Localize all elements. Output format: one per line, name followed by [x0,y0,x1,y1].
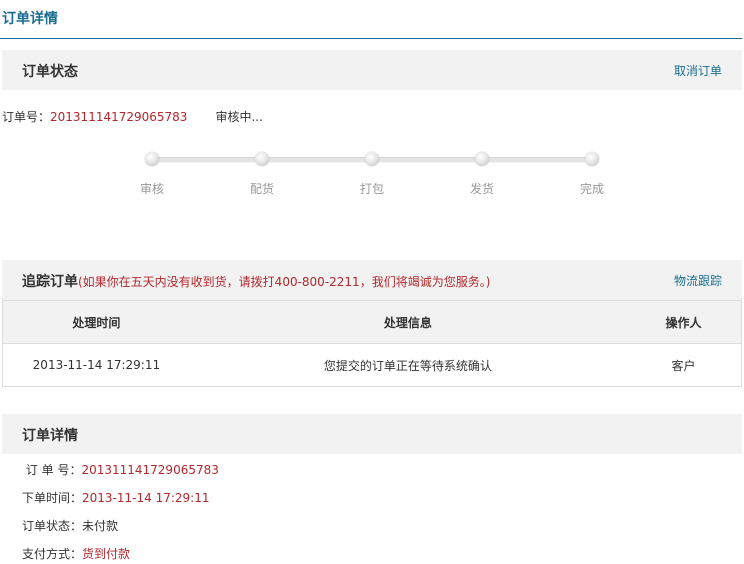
tracking-table-header-row: 处理时间 处理信息 操作人 [2,300,742,344]
order-status-header: 订单状态 取消订单 [2,50,742,90]
column-header-info: 处理信息 [189,300,626,344]
detail-label: 下单时间： [22,491,83,505]
detail-order-number: 订 单 号：201311141729065783 [22,461,219,478]
progress-step-label: 发货 [469,182,494,196]
tracking-note: (如果你在五天内没有收到货，请拨打400-800-2211，我们将竭诚为您服务。… [78,275,491,289]
column-header-operator: 操作人 [625,300,742,344]
table-row: 2013-11-14 17:29:11 您提交的订单正在等待系统确认 客户 [3,344,742,387]
detail-value: 未付款 [82,519,119,533]
tracking-table: 处理时间 处理信息 操作人 2013-11-14 17:29:11 您提交的订单… [2,300,742,387]
progress-dot-complete [585,152,599,166]
progress-dot-ship [475,152,489,166]
title-divider [0,38,742,39]
order-detail-page: 订单详情 订单状态 取消订单 订单号：201311141729065783 审核中… [0,0,744,564]
tracking-header: 追踪订单(如果你在五天内没有收到货，请拨打400-800-2211，我们将竭诚为… [2,260,742,300]
column-header-time: 处理时间 [2,300,190,344]
detail-order-status: 订单状态：未付款 [22,517,118,534]
order-number-value: 201311141729065783 [50,110,188,124]
cell-time: 2013-11-14 17:29:11 [32,358,161,372]
order-status-text: 审核中... [215,110,263,124]
order-details-header: 订单详情 [2,414,742,454]
detail-label: 订 单 号： [22,463,82,477]
detail-value: 货到付款 [82,547,131,561]
tracking-heading: 追踪订单 [22,274,78,290]
progress-step-label: 打包 [359,182,384,196]
detail-order-time: 下单时间：2013-11-14 17:29:11 [22,489,209,506]
progress-dot-review [145,152,159,166]
logistics-tracking-link[interactable]: 物流跟踪 [674,272,722,289]
detail-label: 订单状态： [22,519,83,533]
order-status-heading: 订单状态 [22,64,78,80]
order-number-label: 订单号： [2,110,51,124]
progress-step-label: 完成 [579,182,604,196]
progress-dot-allocate [255,152,269,166]
tracking-heading-line: 追踪订单(如果你在五天内没有收到货，请拨打400-800-2211，我们将竭诚为… [22,271,490,291]
progress-step-label: 配货 [249,182,274,196]
detail-label: 支付方式： [22,547,83,561]
cancel-order-link[interactable]: 取消订单 [674,62,722,79]
order-details-heading: 订单详情 [22,428,78,444]
progress-dot-pack [365,152,379,166]
progress-step-label: 审核 [139,182,164,196]
page-title: 订单详情 [2,11,58,27]
cell-info: 您提交的订单正在等待系统确认 [323,358,492,373]
order-number-line: 订单号：201311141729065783 审核中... [2,108,263,125]
cell-operator: 客户 [671,358,696,373]
detail-value: 201311141729065783 [81,463,219,477]
detail-value: 2013-11-14 17:29:11 [82,491,210,505]
detail-payment-method: 支付方式：货到付款 [22,545,130,562]
